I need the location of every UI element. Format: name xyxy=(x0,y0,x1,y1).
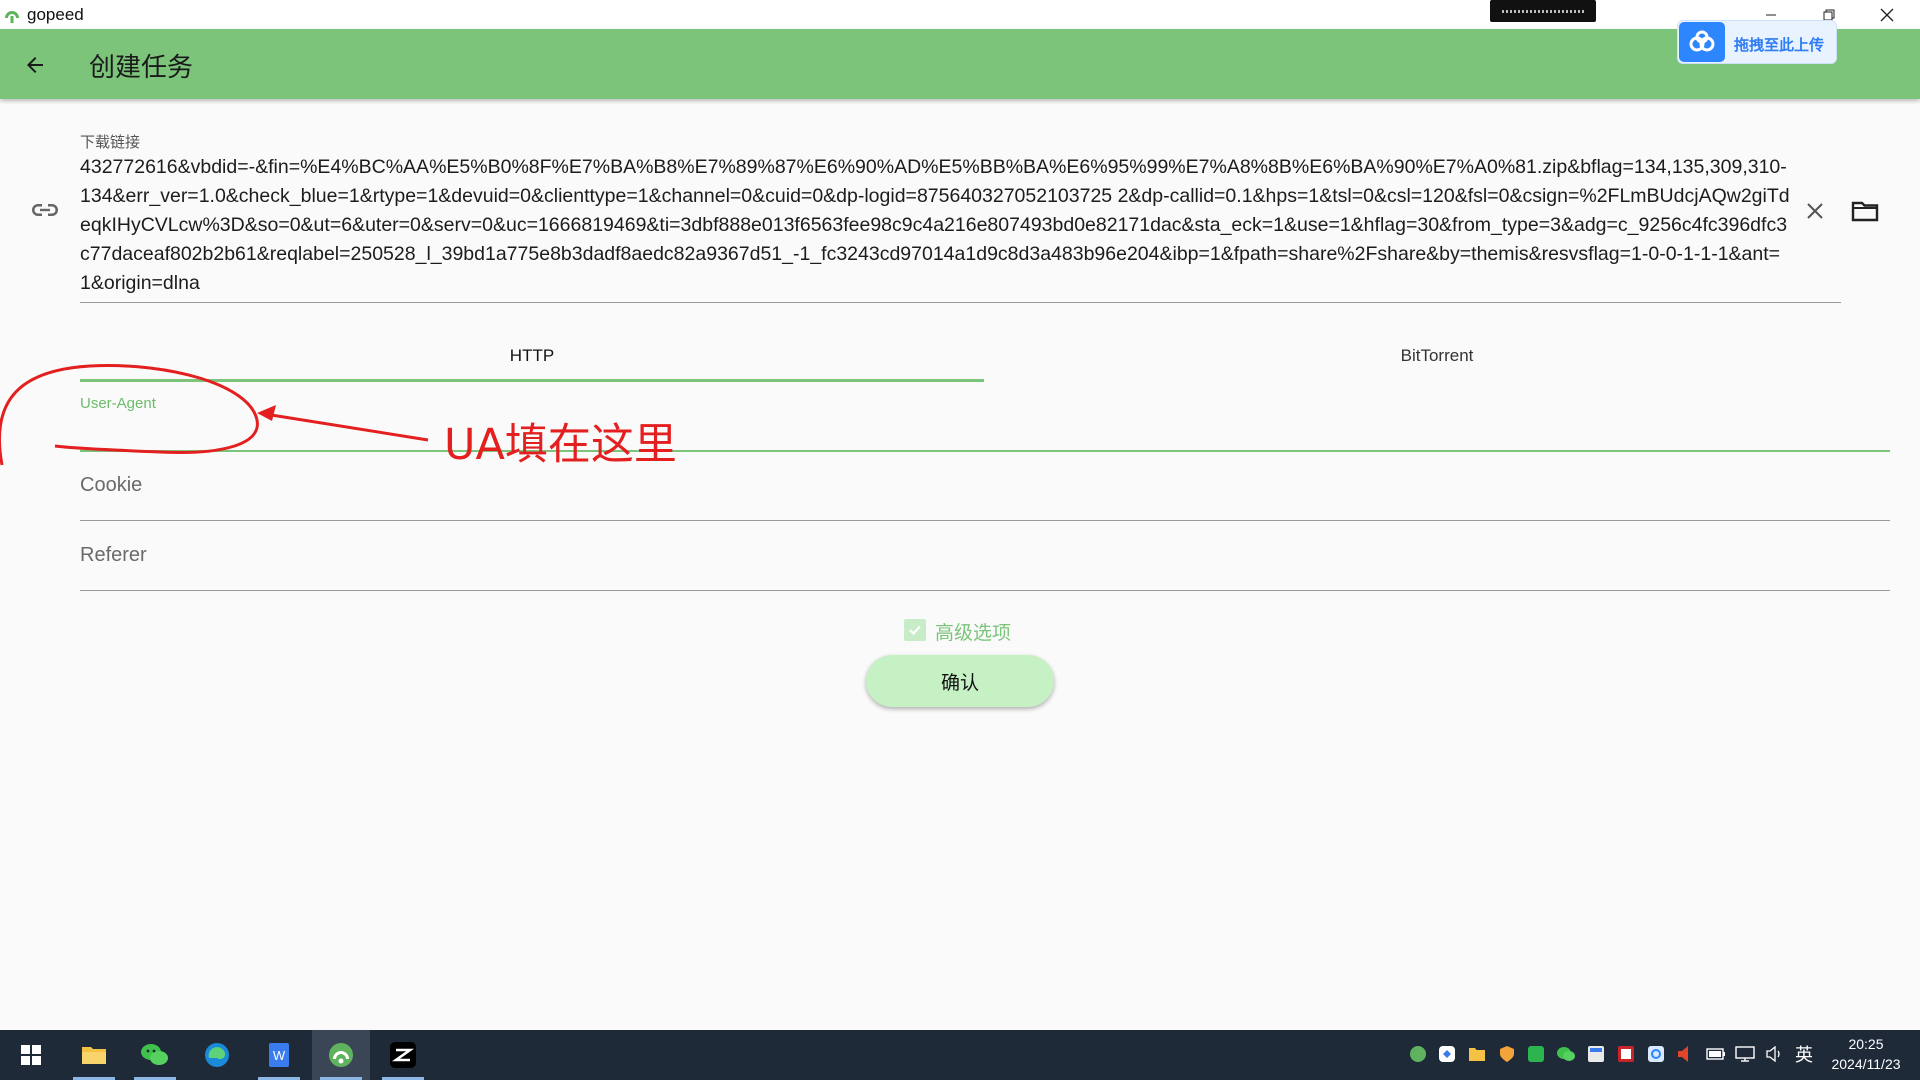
confirm-button[interactable]: 确认 xyxy=(866,655,1054,707)
minimize-icon xyxy=(1766,14,1776,15)
advanced-options-checkbox[interactable] xyxy=(904,619,926,641)
wechat-icon xyxy=(141,1044,168,1065)
clear-url-button[interactable] xyxy=(1800,196,1830,226)
speaker-red-tray-icon[interactable] xyxy=(1674,1043,1696,1065)
tab-http[interactable]: HTTP xyxy=(80,330,984,382)
baidu-cloud-icon xyxy=(1679,22,1725,62)
capcut-icon xyxy=(390,1042,416,1068)
cookie-input-underline xyxy=(80,520,1890,521)
taskbar-wps-writer[interactable]: W xyxy=(250,1030,308,1080)
gopeed-icon xyxy=(329,1043,353,1067)
volume-tray-icon[interactable] xyxy=(1764,1043,1786,1065)
network-tray-icon[interactable] xyxy=(1734,1043,1756,1065)
taskbar-gopeed[interactable] xyxy=(312,1030,370,1080)
calculator-tray-icon[interactable] xyxy=(1585,1043,1607,1065)
url-input-underline xyxy=(80,302,1841,303)
window-titlebar: gopeed xyxy=(0,0,1920,29)
gopeed-tray-icon[interactable] xyxy=(1407,1043,1429,1065)
wps-writer-icon: W xyxy=(269,1043,289,1067)
tab-bittorrent[interactable]: BitTorrent xyxy=(984,330,1890,382)
link-icon xyxy=(32,204,58,216)
user-agent-label: User-Agent xyxy=(80,395,156,412)
wechat-tray-icon[interactable] xyxy=(1555,1043,1577,1065)
annotation-arrowhead xyxy=(257,405,276,421)
cookie-input[interactable]: Cookie xyxy=(80,474,142,497)
red-app-tray-icon[interactable] xyxy=(1615,1043,1637,1065)
baidu-upload-widget[interactable]: 拖拽至此上传 xyxy=(1677,20,1837,64)
svg-text:W: W xyxy=(273,1048,286,1063)
app-tray-icon[interactable] xyxy=(1436,1043,1458,1065)
user-agent-input[interactable] xyxy=(80,450,1890,452)
system-widget[interactable] xyxy=(1490,0,1596,22)
annotation-text: UA填在这里 xyxy=(444,420,677,470)
back-button[interactable] xyxy=(18,48,52,82)
close-icon xyxy=(1880,8,1894,21)
advanced-options-label[interactable]: 高级选项 xyxy=(935,618,1011,645)
tab-indicator xyxy=(80,379,984,382)
edge-icon xyxy=(205,1043,229,1067)
window-title: gopeed xyxy=(27,5,84,24)
shield-tray-icon[interactable] xyxy=(1496,1043,1518,1065)
arrow-left-icon xyxy=(27,57,43,73)
restore-icon xyxy=(1823,9,1835,20)
open-file-button[interactable] xyxy=(1848,196,1882,226)
url-field-label: 下载链接 xyxy=(80,133,141,151)
annotation-arrow xyxy=(264,412,429,442)
clock-date: 2024/11/23 xyxy=(1831,1056,1901,1072)
taskbar-wechat[interactable] xyxy=(126,1030,184,1080)
close-button[interactable] xyxy=(1858,0,1916,29)
windows-start-button[interactable] xyxy=(2,1030,60,1080)
green-app-tray-icon[interactable] xyxy=(1525,1043,1547,1065)
taskbar-file-explorer[interactable] xyxy=(65,1030,123,1080)
folder-tray-icon[interactable] xyxy=(1466,1043,1488,1065)
page-title: 创建任务 xyxy=(89,53,194,83)
clock-time: 20:25 xyxy=(1848,1036,1884,1052)
url-input[interactable]: 432772616&vbdid=-&fin=%E4%BC%AA%E5%B0%8F… xyxy=(80,153,1790,298)
taskbar-edge[interactable] xyxy=(188,1030,246,1080)
checkmark-icon xyxy=(909,625,921,636)
battery-tray-icon[interactable] xyxy=(1705,1043,1727,1065)
close-icon xyxy=(1807,203,1823,219)
folder-icon xyxy=(1851,201,1879,222)
system-clock[interactable]: 20:25 2024/11/23 xyxy=(1818,1034,1914,1074)
referer-input-underline xyxy=(80,590,1890,591)
input-language-indicator[interactable]: 英 xyxy=(1795,1041,1813,1067)
windows-start-icon xyxy=(21,1045,41,1065)
baidu-upload-label: 拖拽至此上传 xyxy=(1734,36,1825,54)
gopeed-logo-icon xyxy=(5,11,19,23)
referer-input[interactable]: Referer xyxy=(80,544,147,567)
file-explorer-icon xyxy=(82,1047,106,1064)
taskbar-capcut[interactable] xyxy=(374,1030,432,1080)
baidu-tray-icon[interactable] xyxy=(1645,1043,1667,1065)
app-bar: 创建任务 xyxy=(0,29,1920,99)
